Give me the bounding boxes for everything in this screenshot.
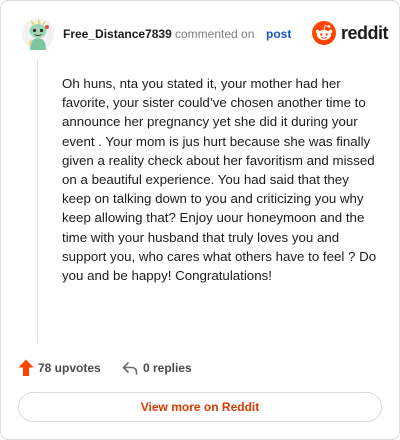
- comment-author[interactable]: Free_Distance7839: [63, 27, 172, 41]
- post-link[interactable]: post: [266, 27, 291, 41]
- comment-actions: 78 upvotes 0 replies: [18, 358, 378, 378]
- thread-line: [37, 59, 38, 342]
- snoo-avatar-icon[interactable]: [21, 17, 55, 51]
- upvote-arrow-icon: [18, 359, 34, 377]
- comment-body: Oh huns, nta you stated it, your mother …: [62, 76, 377, 284]
- reddit-brand[interactable]: reddit: [312, 21, 389, 47]
- reply-count: 0 replies: [143, 361, 192, 375]
- commented-on-label: commented on: [175, 27, 255, 41]
- comment-header: Free_Distance7839 commented on post redd…: [21, 17, 389, 53]
- reddit-wordmark: reddit: [341, 23, 389, 43]
- reply-arrow-icon: [122, 360, 138, 376]
- upvote-count: 78 upvotes: [38, 361, 101, 375]
- embedded-comment-card: Free_Distance7839 commented on post redd…: [0, 0, 400, 440]
- view-more-button[interactable]: View more on Reddit: [18, 392, 382, 422]
- reddit-logo-icon: [312, 21, 336, 45]
